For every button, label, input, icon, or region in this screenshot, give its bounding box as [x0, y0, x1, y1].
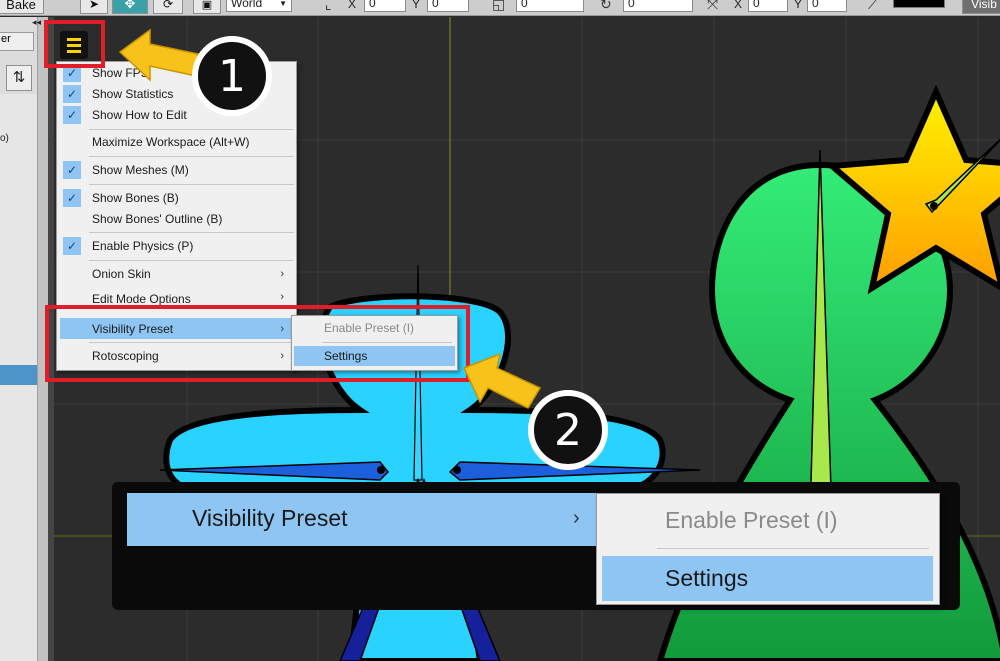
arrow-1	[118, 28, 199, 82]
step-badge-2: 2	[528, 390, 608, 470]
arrow-2	[462, 352, 542, 409]
annotation-arrows	[118, 28, 542, 409]
step-badge-1: 1	[192, 36, 272, 116]
